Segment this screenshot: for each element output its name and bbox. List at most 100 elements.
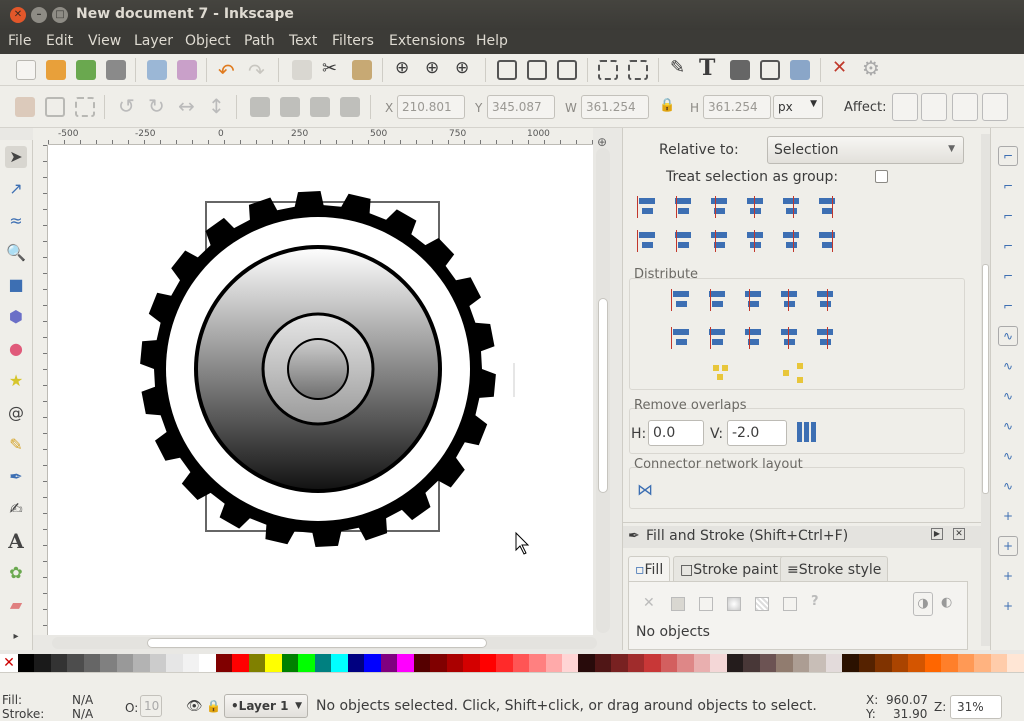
color-swatch[interactable] — [891, 654, 909, 672]
color-swatch[interactable] — [67, 654, 84, 672]
color-swatch[interactable] — [842, 654, 859, 672]
snap-cusp-nodes-icon[interactable]: ∿ — [998, 416, 1018, 436]
import-icon[interactable] — [147, 60, 167, 80]
snap-icon[interactable] — [598, 60, 618, 80]
fill-rule-evenodd-icon[interactable]: ◑ — [913, 592, 933, 616]
3d-box-tool-icon[interactable]: ⬢ — [5, 306, 27, 328]
exchange-positions-icon[interactable] — [709, 361, 733, 385]
snap-page-icon[interactable]: + — [998, 566, 1018, 586]
snap-grid-icon[interactable]: + — [998, 596, 1018, 616]
raise-top-icon[interactable] — [340, 97, 360, 117]
color-swatch[interactable] — [710, 654, 727, 672]
horizontal-scroll-thumb[interactable] — [147, 638, 487, 648]
color-swatch[interactable] — [215, 654, 233, 672]
color-swatch[interactable] — [809, 654, 826, 672]
unclump-icon[interactable] — [781, 361, 805, 385]
distribute-row2-1-icon[interactable] — [669, 326, 693, 350]
rotate-cw-icon[interactable]: ↻ — [148, 94, 165, 118]
align-row1-1-icon[interactable] — [635, 195, 659, 219]
menu-layer[interactable]: Layer — [134, 33, 173, 49]
vertical-scroll-thumb[interactable] — [598, 298, 608, 493]
color-swatch[interactable] — [463, 654, 480, 672]
flat-color-icon[interactable] — [671, 597, 685, 611]
y-input[interactable]: 345.087 — [487, 95, 555, 119]
ellipse-tool-icon[interactable]: ● — [5, 338, 27, 360]
menu-filters[interactable]: Filters — [332, 33, 374, 49]
align-row1-4-icon[interactable] — [743, 195, 767, 219]
swatch-icon[interactable] — [783, 597, 797, 611]
color-swatch[interactable] — [479, 654, 497, 672]
color-swatch[interactable] — [594, 654, 612, 672]
no-paint-icon[interactable]: ✕ — [643, 595, 655, 611]
snap-bbox-corner-icon[interactable]: ⌐ — [998, 236, 1018, 256]
color-swatch[interactable] — [529, 654, 546, 672]
w-input[interactable]: 361.254 — [581, 95, 649, 119]
raise-icon[interactable] — [557, 60, 577, 80]
zoom-page-icon[interactable]: ⊕ — [455, 58, 469, 78]
snap-bbox-edge-icon[interactable]: ⌐ — [998, 206, 1018, 226]
fill-rule-nonzero-icon[interactable]: ◐ — [941, 595, 952, 610]
spiral-tool-icon[interactable]: @ — [5, 402, 27, 424]
export-icon[interactable] — [177, 60, 197, 80]
snap-toggle-icon[interactable]: ⌐ — [998, 146, 1018, 166]
color-swatch[interactable] — [578, 654, 595, 672]
select-all-icon[interactable] — [15, 97, 35, 117]
menu-object[interactable]: Object — [185, 33, 231, 49]
undo-icon[interactable]: ↶ — [218, 59, 235, 83]
group-icon[interactable] — [497, 60, 517, 80]
align-distribute-icon[interactable] — [790, 60, 810, 80]
opacity-input[interactable]: 10 — [140, 695, 162, 717]
snap-rotation-center-icon[interactable]: + — [998, 536, 1018, 556]
save-icon[interactable] — [76, 60, 96, 80]
star-tool-icon[interactable]: ★ — [5, 370, 27, 392]
horizontal-scrollbar[interactable] — [52, 637, 597, 649]
drawing-canvas[interactable] — [48, 145, 593, 635]
more-tools-icon[interactable]: ▸ — [5, 626, 27, 648]
align-row2-6-icon[interactable] — [815, 229, 839, 253]
color-swatch[interactable] — [364, 654, 381, 672]
zoom-corner-icon[interactable]: ⊕ — [597, 135, 607, 149]
lock-ratio-icon[interactable]: 🔒 — [659, 98, 675, 113]
color-swatch[interactable] — [726, 654, 744, 672]
snap-bbox-icon[interactable]: ⌐ — [998, 176, 1018, 196]
selector-tool-icon[interactable]: ➤ — [5, 146, 27, 168]
drawing-svg[interactable] — [48, 145, 593, 635]
color-swatch[interactable] — [924, 654, 942, 672]
affect-corners-icon[interactable] — [921, 93, 947, 121]
tab-stroke-paint[interactable]: □Stroke paint — [673, 556, 786, 582]
print-icon[interactable] — [106, 60, 126, 80]
menu-help[interactable]: Help — [476, 33, 508, 49]
color-swatch[interactable] — [496, 654, 513, 672]
color-swatch[interactable] — [116, 654, 134, 672]
distribute-row1-3-icon[interactable] — [741, 288, 765, 312]
color-swatch[interactable] — [281, 654, 299, 672]
overlap-h-input[interactable]: 0.0 — [648, 420, 704, 446]
align-row2-1-icon[interactable] — [635, 229, 659, 253]
color-swatch[interactable] — [957, 654, 975, 672]
menu-edit[interactable]: Edit — [46, 33, 73, 49]
color-swatch[interactable] — [182, 654, 200, 672]
zoom-tool-icon[interactable]: 🔍 — [5, 242, 27, 264]
linear-gradient-icon[interactable] — [699, 597, 713, 611]
panel-iconify-icon[interactable]: ▶ — [931, 528, 943, 540]
menu-extensions[interactable]: Extensions — [389, 33, 465, 49]
zoom-drawing-icon[interactable]: ⊕ — [425, 58, 439, 78]
color-swatch[interactable] — [83, 654, 101, 672]
color-swatch[interactable] — [331, 654, 348, 672]
rectangle-tool-icon[interactable]: ■ — [5, 274, 27, 296]
tab-stroke-style[interactable]: ≡Stroke style — [780, 556, 889, 582]
align-row2-5-icon[interactable] — [779, 229, 803, 253]
color-swatch[interactable] — [34, 654, 51, 672]
eraser-tool-icon[interactable]: ▰ — [5, 594, 27, 616]
color-swatch[interactable] — [248, 654, 266, 672]
tab-fill[interactable]: ▫Fill — [628, 556, 671, 582]
pen-tool-icon[interactable]: ✒ — [5, 466, 27, 488]
align-row1-5-icon[interactable] — [779, 195, 803, 219]
color-swatch[interactable] — [908, 654, 925, 672]
color-swatch[interactable] — [430, 654, 447, 672]
color-swatch[interactable] — [1007, 654, 1024, 672]
distribute-row1-1-icon[interactable] — [669, 288, 693, 312]
color-swatch[interactable] — [133, 654, 150, 672]
color-swatch[interactable] — [545, 654, 562, 672]
color-swatch[interactable] — [974, 654, 991, 672]
